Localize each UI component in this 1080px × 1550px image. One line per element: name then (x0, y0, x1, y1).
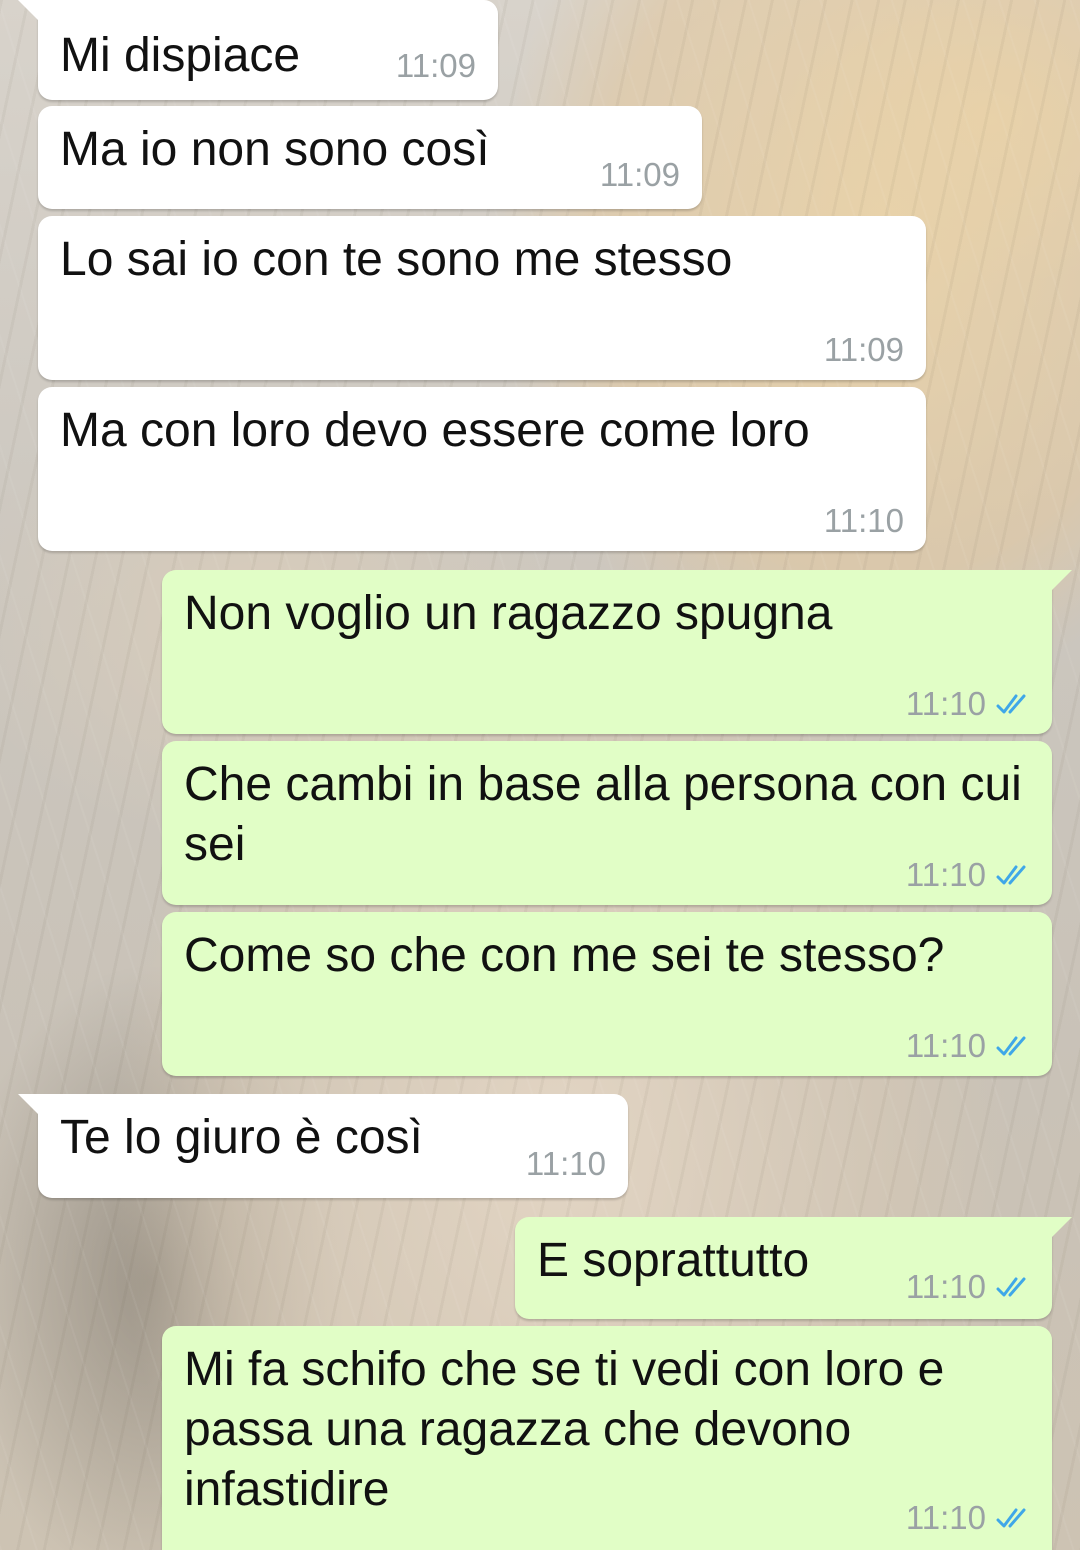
outgoing-message-bubble[interactable]: Mi fa schifo che se ti vedi con loro e p… (162, 1326, 1052, 1550)
incoming-message-bubble[interactable]: Mi dispiace 11:09 (18, 0, 498, 100)
message-text: Lo sai io con te sono me stesso (60, 233, 733, 286)
message-time: 11:10 (905, 1499, 986, 1536)
message-meta: 11:10 (906, 1500, 1030, 1536)
message-text: Non voglio un ragazzo spugna (184, 587, 833, 640)
outgoing-message-bubble[interactable]: E soprattutto 11:10 (515, 1217, 1072, 1319)
message-meta: 11:10 (906, 1269, 1030, 1305)
incoming-message-bubble[interactable]: Lo sai io con te sono me stesso 11:09 (38, 216, 926, 380)
message-time: 11:10 (905, 1027, 986, 1064)
message-meta: 11:10 (906, 857, 1030, 893)
incoming-message-bubble[interactable]: Ma con loro devo essere come loro 11:10 (38, 387, 926, 551)
message-meta: 11:10 (824, 503, 904, 539)
double-check-read-icon (996, 1508, 1026, 1528)
message-time: 11:09 (599, 156, 680, 193)
message-meta: 11:10 (526, 1146, 606, 1182)
message-text: Ma io non sono così (60, 123, 490, 176)
message-meta: 11:10 (906, 686, 1030, 722)
message-meta: 11:10 (906, 1028, 1030, 1064)
message-meta: 11:09 (824, 332, 904, 368)
outgoing-message-bubble[interactable]: Come so che con me sei te stesso? 11:10 (162, 912, 1052, 1076)
incoming-message-bubble[interactable]: Ma io non sono così 11:09 (38, 106, 702, 209)
message-text: Come so che con me sei te stesso? (184, 929, 945, 982)
message-time: 11:09 (395, 47, 476, 84)
double-check-read-icon (996, 1277, 1026, 1297)
message-text: Mi fa schifo che se ti vedi con loro e p… (184, 1343, 958, 1516)
chat-message-list[interactable]: Mi dispiace 11:09 Ma io non sono così 11… (0, 0, 1080, 1550)
message-text: Ma con loro devo essere come loro (60, 404, 810, 457)
double-check-read-icon (996, 865, 1026, 885)
double-check-read-icon (996, 1036, 1026, 1056)
message-meta: 11:09 (600, 157, 680, 193)
message-time: 11:10 (905, 685, 986, 722)
message-text: Che cambi in base alla persona con cui s… (184, 758, 1036, 871)
double-check-read-icon (996, 694, 1026, 714)
outgoing-message-bubble[interactable]: Che cambi in base alla persona con cui s… (162, 741, 1052, 905)
message-time: 11:10 (905, 1268, 986, 1305)
message-time: 11:10 (525, 1145, 606, 1182)
message-meta: 11:09 (396, 48, 476, 84)
incoming-message-bubble[interactable]: Te lo giuro è così 11:10 (18, 1094, 628, 1198)
message-time: 11:09 (823, 331, 904, 368)
outgoing-message-bubble[interactable]: Non voglio un ragazzo spugna 11:10 (162, 570, 1072, 734)
message-time: 11:10 (823, 502, 904, 539)
message-time: 11:10 (905, 856, 986, 893)
message-text: Te lo giuro è così (60, 1111, 423, 1164)
